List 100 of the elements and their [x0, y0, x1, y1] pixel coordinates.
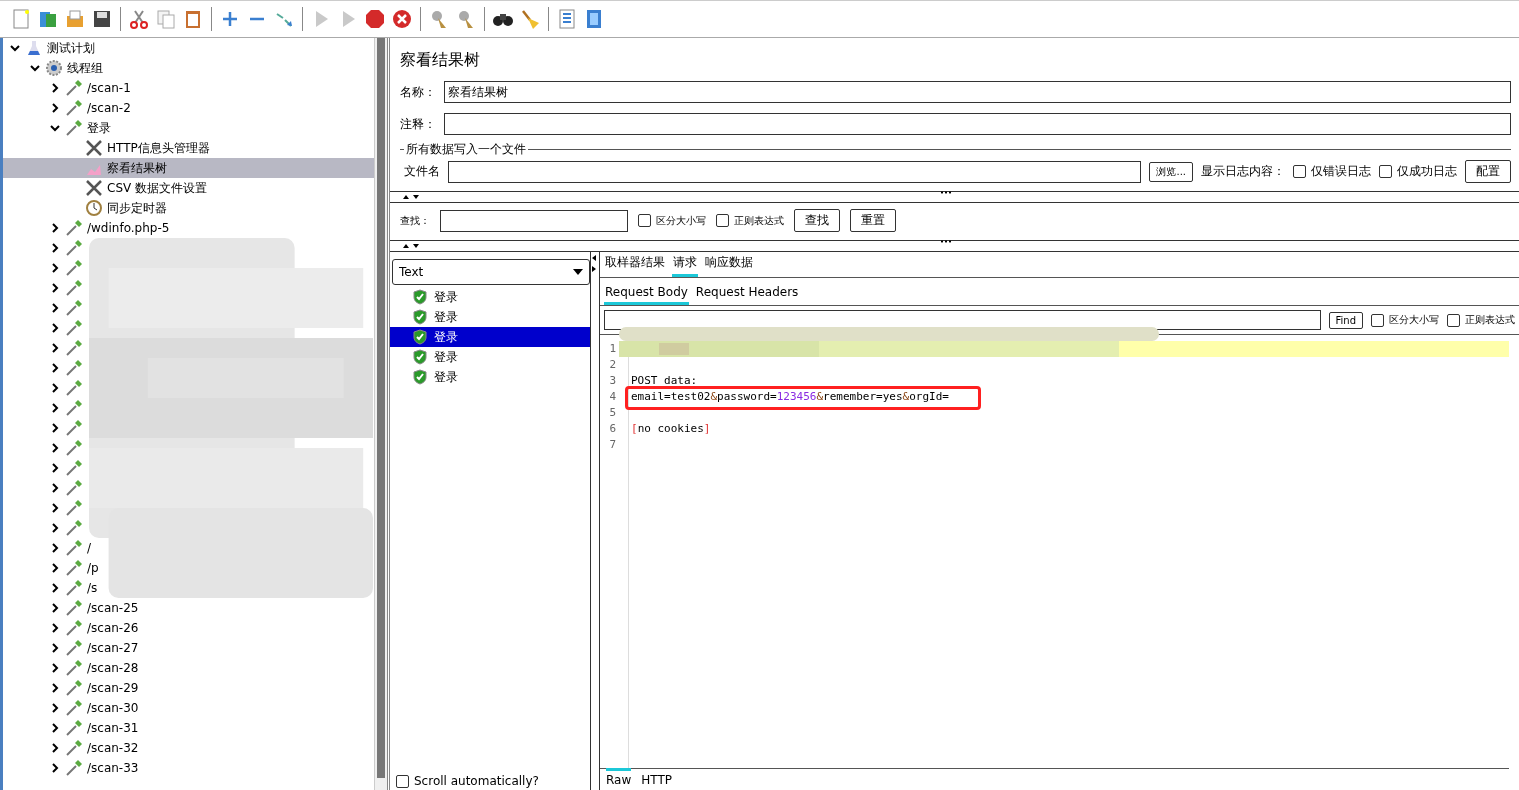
checkbox[interactable] [1293, 165, 1306, 178]
chevron-icon[interactable] [50, 663, 60, 673]
configure-button[interactable]: 配置 [1465, 160, 1511, 183]
browse-button[interactable]: 浏览... [1149, 161, 1193, 182]
chevron-icon[interactable] [50, 103, 60, 113]
tree-item[interactable]: /scan-1 [3, 78, 135, 98]
chevron-icon[interactable] [50, 543, 60, 553]
tab[interactable]: HTTP [641, 768, 672, 788]
sample-item[interactable]: 登录 [390, 347, 590, 367]
scrollbar-thumb[interactable] [377, 38, 385, 778]
chevron-icon[interactable] [30, 63, 40, 73]
tree-item[interactable]: CSV 数据文件设置 [3, 178, 212, 198]
chevron-icon[interactable] [50, 703, 60, 713]
chevron-icon[interactable] [50, 403, 60, 413]
chevron-icon[interactable] [50, 263, 60, 273]
save-icon[interactable] [91, 8, 113, 30]
splitter-arrows-icon[interactable] [402, 243, 422, 249]
checkbox-label: 正则表达式 [734, 213, 784, 228]
chevron-icon[interactable] [50, 283, 60, 293]
tree-item[interactable]: /scan-28 [3, 658, 143, 678]
chevron-icon[interactable] [50, 343, 60, 353]
checkbox[interactable] [1447, 313, 1460, 327]
find-field[interactable] [604, 310, 1321, 330]
chevron-icon[interactable] [50, 723, 60, 733]
chevron-icon[interactable] [50, 683, 60, 693]
name-field[interactable]: 察看结果树 [444, 81, 1511, 103]
checkbox[interactable] [716, 214, 729, 227]
chevron-icon[interactable] [50, 643, 60, 653]
search-field[interactable] [440, 209, 628, 232]
sample-item[interactable]: 登录 [390, 367, 590, 387]
tab[interactable]: Raw [606, 768, 632, 788]
tree-item[interactable]: /scan-33 [3, 758, 143, 778]
chevron-icon[interactable] [10, 43, 20, 53]
chevron-icon[interactable] [50, 443, 60, 453]
chevron-icon[interactable] [50, 563, 60, 573]
tab[interactable]: 响应数据 [704, 254, 754, 277]
tree-item[interactable]: 线程组 [3, 58, 107, 78]
tree-item[interactable]: 同步定时器 [3, 198, 171, 218]
chevron-icon[interactable] [50, 323, 60, 333]
chevron-icon[interactable] [50, 243, 60, 253]
chevron-icon[interactable] [50, 83, 60, 93]
tree-item-selected[interactable]: 察看结果树 [3, 158, 374, 178]
chevron-icon[interactable] [50, 383, 60, 393]
sample-item[interactable]: 登录 [390, 327, 590, 347]
stop-icon[interactable] [364, 8, 386, 30]
checkbox[interactable] [638, 214, 651, 227]
tree-label: /scan-32 [87, 741, 139, 755]
chevron-icon[interactable] [50, 523, 60, 533]
chevron-icon[interactable] [50, 583, 60, 593]
chevron-icon[interactable] [50, 483, 60, 493]
tree-item[interactable]: /scan-25 [3, 598, 143, 618]
tab[interactable]: Request Headers [694, 285, 800, 305]
tree-item[interactable]: 测试计划 [3, 38, 99, 58]
chevron-icon[interactable] [50, 223, 60, 233]
tree-item[interactable]: /scan-32 [3, 738, 143, 758]
chevron-icon[interactable] [50, 743, 60, 753]
tree-label: /scan-29 [87, 681, 139, 695]
chevron-icon[interactable] [50, 623, 60, 633]
splitter-arrows-icon[interactable] [402, 194, 422, 200]
chevron-icon[interactable] [50, 463, 60, 473]
splitter-handle[interactable] [940, 191, 952, 194]
chevron-icon[interactable] [50, 423, 60, 433]
sample-item[interactable]: 登录 [390, 287, 590, 307]
tree-item[interactable]: /scan-2 [3, 98, 135, 118]
renderer-dropdown[interactable]: Text [392, 259, 590, 285]
checkbox[interactable] [1371, 313, 1384, 327]
checkbox[interactable] [396, 774, 409, 788]
tab[interactable]: Request Body [604, 285, 689, 305]
checkbox[interactable] [1379, 165, 1392, 178]
sample-item[interactable]: 登录 [390, 307, 590, 327]
close-icon[interactable] [391, 8, 413, 30]
tree-item[interactable]: /scan-27 [3, 638, 143, 658]
list-icon[interactable] [556, 8, 578, 30]
splitter-handle[interactable] [940, 240, 952, 243]
chevron-icon[interactable] [50, 503, 60, 513]
tree-item[interactable]: /scan-30 [3, 698, 143, 718]
tree-item[interactable]: HTTP信息头管理器 [3, 138, 214, 158]
chevron-icon[interactable] [50, 303, 60, 313]
tab[interactable]: 请求 [672, 254, 698, 277]
tree-item[interactable]: /wdinfo.php-5 [3, 218, 174, 238]
find-button[interactable]: 查找 [794, 209, 840, 232]
chevron-icon[interactable] [50, 603, 60, 613]
tree-item[interactable]: /s [3, 578, 102, 598]
cut-icon[interactable] [128, 8, 150, 30]
comment-field[interactable] [444, 113, 1511, 135]
find-button[interactable]: Find [1328, 311, 1363, 329]
broom-icon[interactable] [519, 8, 541, 30]
tab[interactable]: 取样器结果 [604, 254, 666, 277]
tree-item[interactable]: /scan-29 [3, 678, 143, 698]
chevron-icon[interactable] [50, 363, 60, 373]
tree-item[interactable]: 登录 [3, 118, 115, 138]
file-field[interactable] [448, 160, 1142, 183]
chevron-icon[interactable] [50, 123, 60, 133]
tree-item[interactable]: /p [3, 558, 103, 578]
reset-button[interactable]: 重置 [850, 209, 896, 232]
tree-item[interactable]: / [3, 538, 96, 558]
tree-item[interactable]: /scan-26 [3, 618, 143, 638]
chevron-icon[interactable] [50, 763, 60, 773]
splitter-arrows-icon[interactable] [591, 254, 597, 274]
tree-item[interactable]: /scan-31 [3, 718, 143, 738]
